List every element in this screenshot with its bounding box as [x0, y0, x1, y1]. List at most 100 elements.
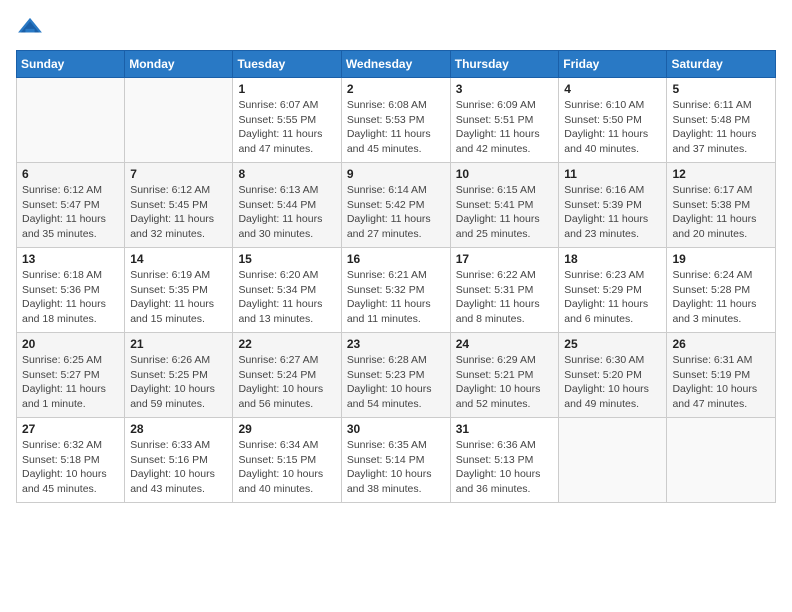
day-info: Sunrise: 6:22 AM Sunset: 5:31 PM Dayligh… — [456, 268, 554, 327]
calendar-cell: 14 Sunrise: 6:19 AM Sunset: 5:35 PM Dayli… — [125, 248, 233, 333]
day-info: Sunrise: 6:12 AM Sunset: 5:45 PM Dayligh… — [130, 183, 227, 242]
day-number: 23 — [347, 337, 445, 351]
day-info: Sunrise: 6:36 AM Sunset: 5:13 PM Dayligh… — [456, 438, 554, 497]
day-number: 19 — [672, 252, 770, 266]
day-info: Sunrise: 6:35 AM Sunset: 5:14 PM Dayligh… — [347, 438, 445, 497]
logo-icon — [16, 16, 44, 38]
day-info: Sunrise: 6:24 AM Sunset: 5:28 PM Dayligh… — [672, 268, 770, 327]
day-number: 26 — [672, 337, 770, 351]
day-info: Sunrise: 6:20 AM Sunset: 5:34 PM Dayligh… — [238, 268, 335, 327]
day-info: Sunrise: 6:29 AM Sunset: 5:21 PM Dayligh… — [456, 353, 554, 412]
day-number: 7 — [130, 167, 227, 181]
day-info: Sunrise: 6:15 AM Sunset: 5:41 PM Dayligh… — [456, 183, 554, 242]
calendar-week-row: 20 Sunrise: 6:25 AM Sunset: 5:27 PM Dayli… — [17, 333, 776, 418]
calendar-cell: 11 Sunrise: 6:16 AM Sunset: 5:39 PM Dayli… — [559, 163, 667, 248]
day-info: Sunrise: 6:16 AM Sunset: 5:39 PM Dayligh… — [564, 183, 661, 242]
weekday-header-sunday: Sunday — [17, 51, 125, 78]
calendar-cell: 7 Sunrise: 6:12 AM Sunset: 5:45 PM Daylig… — [125, 163, 233, 248]
day-number: 29 — [238, 422, 335, 436]
calendar-table: SundayMondayTuesdayWednesdayThursdayFrid… — [16, 50, 776, 503]
day-number: 25 — [564, 337, 661, 351]
calendar-cell — [559, 418, 667, 503]
day-number: 30 — [347, 422, 445, 436]
calendar-cell: 5 Sunrise: 6:11 AM Sunset: 5:48 PM Daylig… — [667, 78, 776, 163]
calendar-cell — [125, 78, 233, 163]
day-info: Sunrise: 6:32 AM Sunset: 5:18 PM Dayligh… — [22, 438, 119, 497]
day-info: Sunrise: 6:13 AM Sunset: 5:44 PM Dayligh… — [238, 183, 335, 242]
calendar-cell: 31 Sunrise: 6:36 AM Sunset: 5:13 PM Dayli… — [450, 418, 559, 503]
day-info: Sunrise: 6:11 AM Sunset: 5:48 PM Dayligh… — [672, 98, 770, 157]
calendar-cell: 23 Sunrise: 6:28 AM Sunset: 5:23 PM Dayli… — [341, 333, 450, 418]
day-info: Sunrise: 6:34 AM Sunset: 5:15 PM Dayligh… — [238, 438, 335, 497]
day-number: 31 — [456, 422, 554, 436]
day-number: 28 — [130, 422, 227, 436]
calendar-cell: 24Sunrise: 6:29 AM Sunset: 5:21 PM Dayli… — [450, 333, 559, 418]
calendar-week-row: 1Sunrise: 6:07 AM Sunset: 5:55 PM Daylig… — [17, 78, 776, 163]
day-info: Sunrise: 6:12 AM Sunset: 5:47 PM Dayligh… — [22, 183, 119, 242]
day-number: 6 — [22, 167, 119, 181]
day-number: 13 — [22, 252, 119, 266]
day-info: Sunrise: 6:14 AM Sunset: 5:42 PM Dayligh… — [347, 183, 445, 242]
day-info: Sunrise: 6:08 AM Sunset: 5:53 PM Dayligh… — [347, 98, 445, 157]
calendar-cell: 8 Sunrise: 6:13 AM Sunset: 5:44 PM Daylig… — [233, 163, 341, 248]
day-number: 3 — [456, 82, 554, 96]
calendar-cell: 18Sunrise: 6:23 AM Sunset: 5:29 PM Dayli… — [559, 248, 667, 333]
day-number: 8 — [238, 167, 335, 181]
day-info: Sunrise: 6:18 AM Sunset: 5:36 PM Dayligh… — [22, 268, 119, 327]
weekday-header-monday: Monday — [125, 51, 233, 78]
calendar-cell: 2 Sunrise: 6:08 AM Sunset: 5:53 PM Daylig… — [341, 78, 450, 163]
day-info: Sunrise: 6:07 AM Sunset: 5:55 PM Dayligh… — [238, 98, 335, 157]
day-number: 11 — [564, 167, 661, 181]
weekday-header-saturday: Saturday — [667, 51, 776, 78]
calendar-cell: 10Sunrise: 6:15 AM Sunset: 5:41 PM Dayli… — [450, 163, 559, 248]
calendar-cell: 28Sunrise: 6:33 AM Sunset: 5:16 PM Dayli… — [125, 418, 233, 503]
day-info: Sunrise: 6:25 AM Sunset: 5:27 PM Dayligh… — [22, 353, 119, 412]
day-info: Sunrise: 6:10 AM Sunset: 5:50 PM Dayligh… — [564, 98, 661, 157]
day-number: 4 — [564, 82, 661, 96]
calendar-cell: 12Sunrise: 6:17 AM Sunset: 5:38 PM Dayli… — [667, 163, 776, 248]
day-number: 21 — [130, 337, 227, 351]
day-info: Sunrise: 6:17 AM Sunset: 5:38 PM Dayligh… — [672, 183, 770, 242]
calendar-cell: 21 Sunrise: 6:26 AM Sunset: 5:25 PM Dayli… — [125, 333, 233, 418]
day-number: 20 — [22, 337, 119, 351]
day-info: Sunrise: 6:28 AM Sunset: 5:23 PM Dayligh… — [347, 353, 445, 412]
page-header — [16, 16, 776, 38]
day-info: Sunrise: 6:09 AM Sunset: 5:51 PM Dayligh… — [456, 98, 554, 157]
day-info: Sunrise: 6:30 AM Sunset: 5:20 PM Dayligh… — [564, 353, 661, 412]
day-number: 22 — [238, 337, 335, 351]
day-info: Sunrise: 6:21 AM Sunset: 5:32 PM Dayligh… — [347, 268, 445, 327]
calendar-cell: 1Sunrise: 6:07 AM Sunset: 5:55 PM Daylig… — [233, 78, 341, 163]
day-info: Sunrise: 6:27 AM Sunset: 5:24 PM Dayligh… — [238, 353, 335, 412]
calendar-week-row: 27Sunrise: 6:32 AM Sunset: 5:18 PM Dayli… — [17, 418, 776, 503]
calendar-cell — [17, 78, 125, 163]
calendar-cell: 3 Sunrise: 6:09 AM Sunset: 5:51 PM Daylig… — [450, 78, 559, 163]
calendar-cell: 17Sunrise: 6:22 AM Sunset: 5:31 PM Dayli… — [450, 248, 559, 333]
day-number: 18 — [564, 252, 661, 266]
calendar-cell: 30 Sunrise: 6:35 AM Sunset: 5:14 PM Dayli… — [341, 418, 450, 503]
calendar-cell: 9Sunrise: 6:14 AM Sunset: 5:42 PM Daylig… — [341, 163, 450, 248]
calendar-cell: 26 Sunrise: 6:31 AM Sunset: 5:19 PM Dayli… — [667, 333, 776, 418]
day-number: 16 — [347, 252, 445, 266]
calendar-header-row: SundayMondayTuesdayWednesdayThursdayFrid… — [17, 51, 776, 78]
calendar-cell: 22 Sunrise: 6:27 AM Sunset: 5:24 PM Dayli… — [233, 333, 341, 418]
logo — [16, 16, 48, 38]
calendar-cell: 16 Sunrise: 6:21 AM Sunset: 5:32 PM Dayli… — [341, 248, 450, 333]
calendar-cell: 13 Sunrise: 6:18 AM Sunset: 5:36 PM Dayli… — [17, 248, 125, 333]
calendar-body: 1Sunrise: 6:07 AM Sunset: 5:55 PM Daylig… — [17, 78, 776, 503]
day-number: 15 — [238, 252, 335, 266]
day-info: Sunrise: 6:31 AM Sunset: 5:19 PM Dayligh… — [672, 353, 770, 412]
day-number: 2 — [347, 82, 445, 96]
weekday-header-friday: Friday — [559, 51, 667, 78]
day-info: Sunrise: 6:19 AM Sunset: 5:35 PM Dayligh… — [130, 268, 227, 327]
weekday-header-tuesday: Tuesday — [233, 51, 341, 78]
calendar-cell: 29 Sunrise: 6:34 AM Sunset: 5:15 PM Dayli… — [233, 418, 341, 503]
calendar-cell: 19 Sunrise: 6:24 AM Sunset: 5:28 PM Dayli… — [667, 248, 776, 333]
day-number: 5 — [672, 82, 770, 96]
weekday-header-thursday: Thursday — [450, 51, 559, 78]
day-info: Sunrise: 6:26 AM Sunset: 5:25 PM Dayligh… — [130, 353, 227, 412]
day-number: 14 — [130, 252, 227, 266]
calendar-cell: 25 Sunrise: 6:30 AM Sunset: 5:20 PM Dayli… — [559, 333, 667, 418]
weekday-header-wednesday: Wednesday — [341, 51, 450, 78]
calendar-week-row: 13 Sunrise: 6:18 AM Sunset: 5:36 PM Dayli… — [17, 248, 776, 333]
calendar-week-row: 6 Sunrise: 6:12 AM Sunset: 5:47 PM Daylig… — [17, 163, 776, 248]
